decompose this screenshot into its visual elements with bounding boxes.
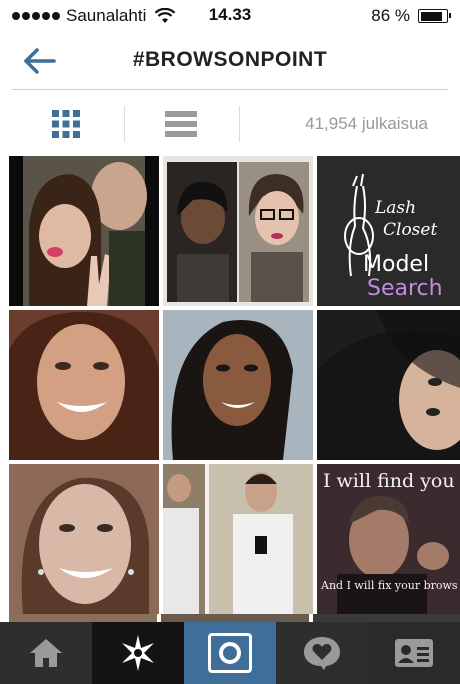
battery-icon <box>418 9 451 23</box>
grid-photo-2[interactable] <box>163 156 313 306</box>
carrier-name: Saunalahti <box>66 6 147 25</box>
heart-bubble-icon <box>304 637 340 670</box>
profile-card-icon <box>395 639 433 667</box>
list-view-button[interactable] <box>141 98 221 150</box>
toolbar-separator <box>239 106 240 142</box>
header-divider <box>12 89 448 90</box>
logo-word-model: Model <box>363 252 430 277</box>
tab-camera[interactable] <box>184 622 276 684</box>
home-icon <box>30 639 62 667</box>
grid-photo-7[interactable] <box>9 464 159 614</box>
grid-photo-6[interactable] <box>317 310 460 460</box>
grid-photo-8[interactable] <box>163 464 313 614</box>
logo-word-search: Search <box>367 276 443 301</box>
signal-dots-icon <box>12 12 60 20</box>
grid-view-button[interactable] <box>26 98 106 150</box>
grid-photo-5[interactable] <box>163 310 313 460</box>
back-button[interactable] <box>22 46 58 76</box>
logo-word-lash: Lash <box>375 198 417 218</box>
view-toolbar: 41,954 julkaisua <box>0 98 460 150</box>
photo-grid: Lash Closet Model Search I will find you… <box>9 156 460 614</box>
arrow-left-icon <box>24 48 56 74</box>
photo-woman-dark-hair <box>317 310 460 460</box>
list-view-icon <box>165 111 197 137</box>
explore-star-icon <box>122 635 154 671</box>
grid-view-icon <box>52 110 80 138</box>
page-title: #BROWSONPOINT <box>132 48 328 71</box>
logo-word-closet: Closet <box>383 220 438 240</box>
tab-home[interactable] <box>0 622 92 684</box>
tab-bar <box>0 622 460 684</box>
battery-fill <box>420 11 442 21</box>
nav-bar: #BROWSONPOINT <box>0 32 460 90</box>
photo-woman-closeup <box>9 464 159 614</box>
grid-photo-4[interactable] <box>9 310 159 460</box>
battery-percent: 86 % <box>371 6 410 25</box>
status-right: 86 % <box>371 6 451 26</box>
status-left: Saunalahti <box>12 6 176 26</box>
grid-logo-lash-closet[interactable]: Lash Closet Model Search <box>317 156 460 306</box>
status-bar: Saunalahti 14.33 86 % <box>0 0 460 32</box>
meme-bottom-text: And I will fix your brows <box>321 579 458 592</box>
photo-mirror-selfie <box>163 464 313 614</box>
meme-top-text: I will find you <box>323 470 455 492</box>
photo-couple-selfie <box>9 156 159 306</box>
tab-profile[interactable] <box>368 622 460 684</box>
camera-icon <box>208 633 252 673</box>
grid-photo-1[interactable] <box>9 156 159 306</box>
toolbar-separator <box>124 106 125 142</box>
photo-smiling-woman <box>9 310 159 460</box>
wifi-icon <box>155 8 176 23</box>
grid-meme-find-you[interactable]: I will find you And I will fix your brow… <box>317 464 460 614</box>
camera-lens <box>219 642 241 664</box>
tab-news[interactable] <box>276 622 368 684</box>
post-count: 41,954 julkaisua <box>305 114 428 133</box>
photo-two-selfies <box>163 156 313 306</box>
photo-woman-braid <box>163 310 313 460</box>
logo-text: Lash Closet Model Search <box>317 156 460 306</box>
tab-explore[interactable] <box>92 622 184 684</box>
